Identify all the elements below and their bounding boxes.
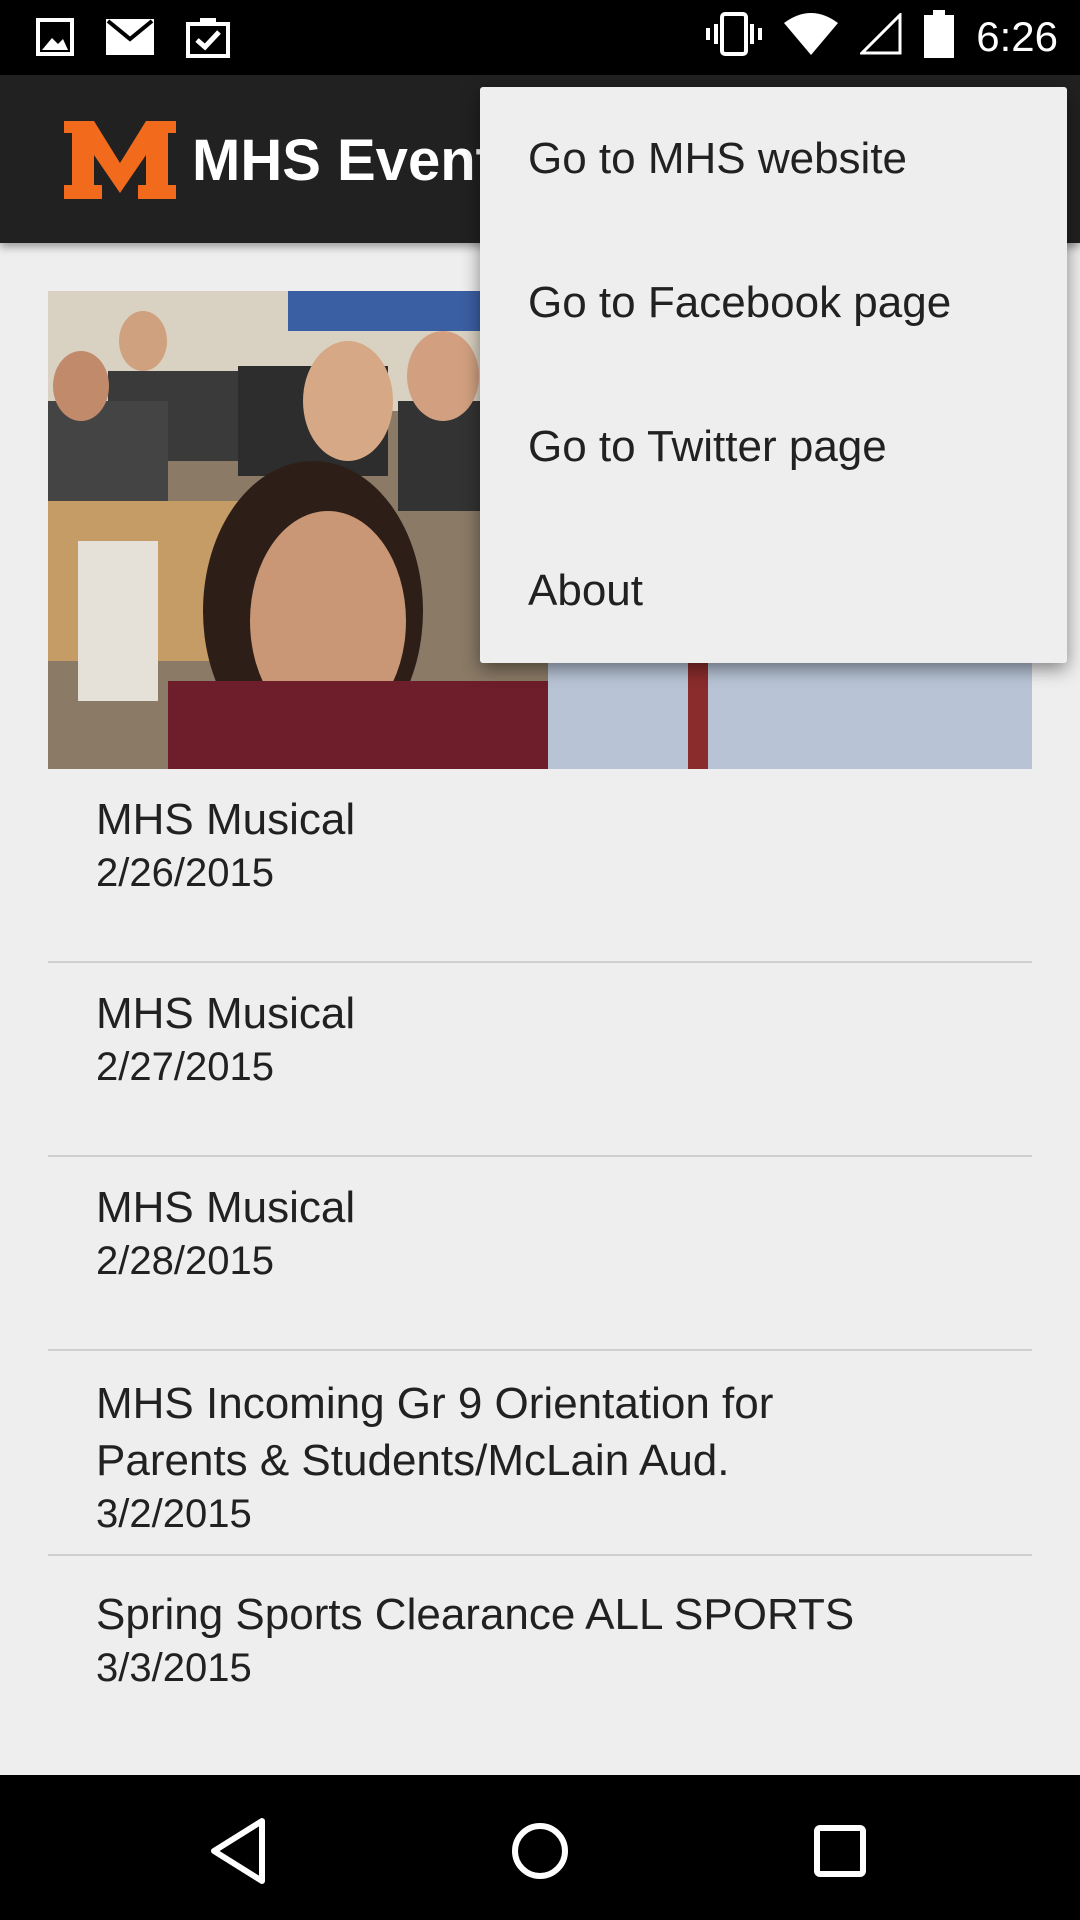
signal-icon (858, 11, 902, 60)
system-icons: 6:26 (706, 10, 1058, 63)
app-title: MHS Events (192, 128, 528, 193)
menu-item-about[interactable]: About (480, 519, 1067, 663)
navigation-bar (0, 1775, 1080, 1920)
event-title: MHS Musical (96, 989, 356, 1038)
wifi-icon (784, 13, 839, 60)
menu-item-facebook-page[interactable]: Go to Facebook page (480, 231, 1067, 375)
list-item[interactable]: Spring Sports Clearance ALL SPORTS 3/3/2… (48, 1556, 1032, 1746)
event-date: 2/26/2015 (96, 851, 274, 895)
menu-item-twitter-page[interactable]: Go to Twitter page (480, 375, 1067, 519)
clock: 6:26 (976, 12, 1058, 60)
home-icon[interactable] (500, 1811, 580, 1891)
menu-item-mhs-website[interactable]: Go to MHS website (480, 87, 1067, 231)
event-list[interactable]: MHS Musical 2/26/2015 MHS Musical 2/27/2… (48, 769, 1032, 1746)
mail-icon (106, 19, 154, 60)
status-bar: 6:26 (0, 0, 1080, 75)
overflow-menu: Go to MHS website Go to Facebook page Go… (480, 87, 1067, 663)
list-item[interactable]: MHS Musical 2/26/2015 (48, 769, 1032, 963)
list-item[interactable]: MHS Musical 2/27/2015 (48, 963, 1032, 1157)
back-icon[interactable] (200, 1811, 280, 1891)
list-item[interactable]: MHS Musical 2/28/2015 (48, 1157, 1032, 1351)
event-date: 3/3/2015 (96, 1646, 252, 1690)
list-item[interactable]: MHS Incoming Gr 9 Orientation for Parent… (48, 1351, 1032, 1556)
event-date: 2/27/2015 (96, 1045, 274, 1089)
notification-icons (36, 16, 230, 63)
event-title: MHS Musical (96, 795, 356, 844)
battery-icon (924, 10, 955, 63)
event-date: 3/2/2015 (96, 1492, 252, 1536)
event-title: MHS Incoming Gr 9 Orientation for Parent… (96, 1379, 774, 1485)
image-icon (36, 18, 74, 61)
clipboard-check-icon (186, 16, 230, 63)
event-title: Spring Sports Clearance ALL SPORTS (96, 1590, 855, 1639)
mhs-logo-icon[interactable] (58, 111, 182, 210)
event-date: 2/28/2015 (96, 1239, 274, 1283)
recents-icon[interactable] (800, 1811, 880, 1891)
event-title: MHS Musical (96, 1183, 356, 1232)
vibrate-icon (706, 12, 763, 61)
